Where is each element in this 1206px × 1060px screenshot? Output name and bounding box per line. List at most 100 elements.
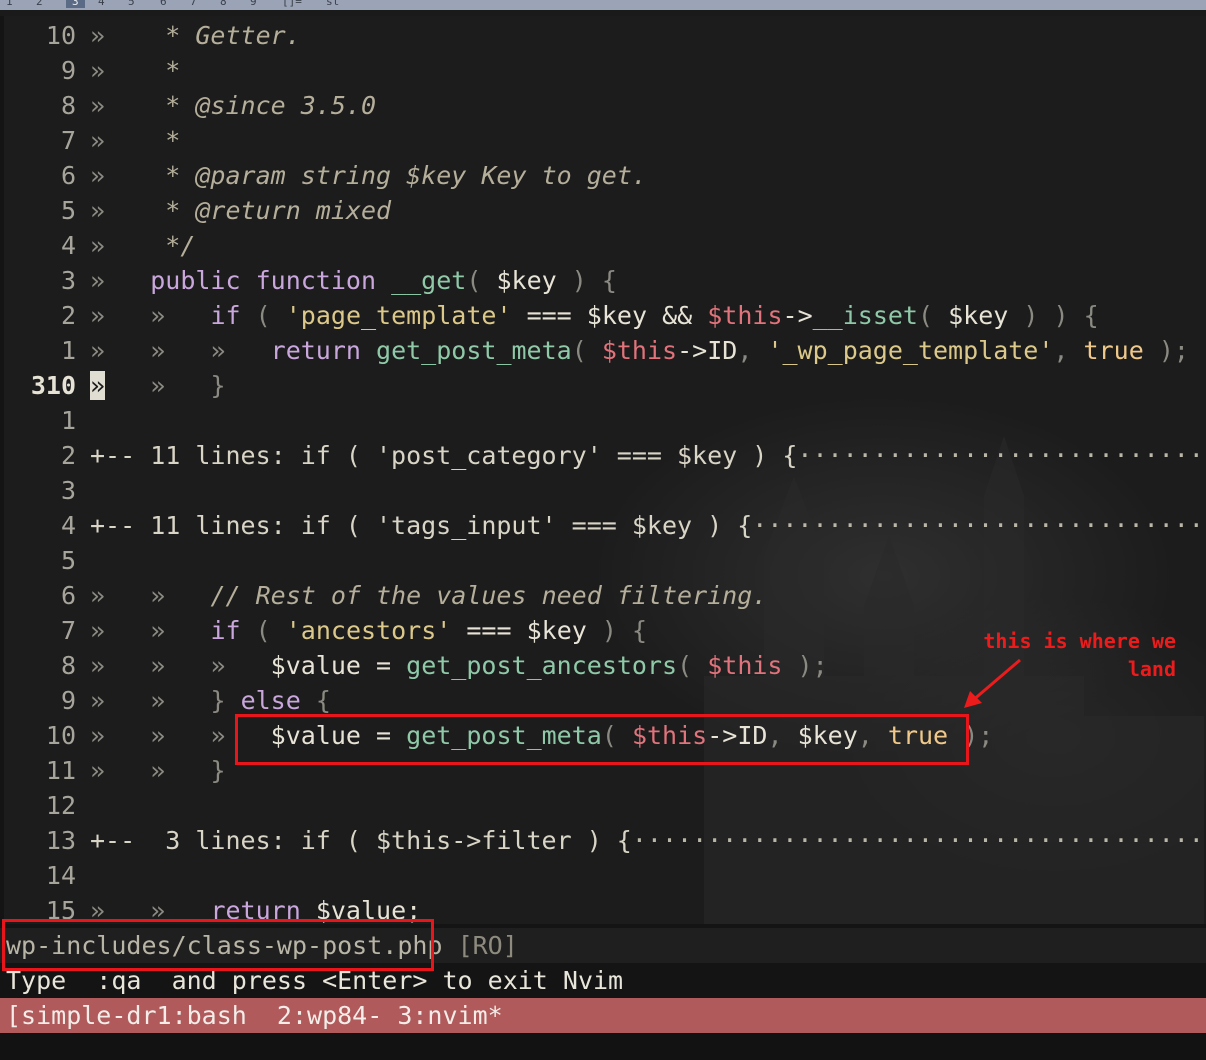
code-line[interactable]: 6» » // Rest of the values need filterin… — [4, 578, 1206, 613]
line-number: 9 — [60, 686, 76, 715]
code-line[interactable]: 15» » return $value; — [4, 893, 1206, 924]
code-line[interactable]: 5 — [4, 543, 1206, 578]
code-line[interactable]: 5» * @return mixed — [4, 193, 1206, 228]
line-code: » » if ( 'page_template' === $key && $th… — [76, 301, 1099, 330]
code-token: * Getter. — [165, 21, 301, 50]
line-code: » » return $value; — [76, 896, 421, 924]
code-token: '_wp_page_template' — [767, 336, 1054, 365]
line-number: 3 — [60, 476, 76, 505]
code-token: » — [150, 721, 166, 750]
code-token: ->ID — [707, 721, 768, 750]
code-token: $value — [270, 651, 361, 680]
code-token: ( — [917, 301, 934, 330]
code-line[interactable]: 2 +-- 11 lines: if ( 'post_category' === … — [4, 438, 1206, 473]
code-token: * @since 3.5.0 — [165, 91, 376, 120]
line-number: 13 — [45, 826, 76, 855]
code-line[interactable]: 8» * @since 3.5.0 — [4, 88, 1206, 123]
code-line[interactable]: 2» » if ( 'page_template' === $key && $t… — [4, 298, 1206, 333]
workspace-tag-6[interactable]: 6 — [160, 0, 167, 8]
code-token: === — [526, 301, 572, 330]
code-token: » — [150, 616, 166, 645]
tmux-status-bar: [simple-dr1:bash 2:wp84- 3:nvim* — [0, 998, 1206, 1033]
line-code: » » // Rest of the values need filtering… — [76, 581, 767, 610]
line-number: 12 — [45, 791, 76, 820]
code-token: * — [165, 126, 181, 155]
code-token: » — [90, 756, 106, 785]
code-token: » — [90, 896, 106, 924]
code-line[interactable]: 310» » } — [4, 368, 1206, 403]
workspace-tag-3[interactable]: 3 — [66, 0, 85, 8]
code-line[interactable]: 12 — [4, 788, 1206, 823]
code-line[interactable]: 10» » » $value = get_post_meta( $this->I… — [4, 718, 1206, 753]
code-line[interactable]: 1 — [4, 403, 1206, 438]
terminal-bottom-padding — [0, 1033, 1206, 1060]
code-line[interactable]: 6» * @param string $key Key to get. — [4, 158, 1206, 193]
fold-marker: +-- 11 lines: if ( 'post_category' === $… — [90, 441, 798, 470]
code-token: » — [210, 721, 226, 750]
code-line[interactable]: 14 — [4, 858, 1206, 893]
line-code: » * @return mixed — [76, 196, 391, 225]
command-line[interactable]: Type :qa and press <Enter> to exit Nvim — [0, 963, 1206, 998]
line-number: 1 — [60, 336, 76, 365]
code-token: » — [90, 231, 106, 260]
workspace-tag-7[interactable]: 7 — [190, 0, 197, 8]
code-token: ( — [255, 616, 271, 645]
line-code: » » » return get_post_meta( $this->ID, '… — [76, 336, 1189, 365]
workspace-tag-11[interactable]: st — [326, 0, 339, 8]
code-token: __get — [391, 266, 467, 295]
command-line-message: Type :qa and press <Enter> to exit Nvim — [6, 966, 624, 995]
line-number: 8 — [60, 91, 76, 120]
code-line[interactable]: 13 +-- 3 lines: if ( $this->filter ) {···… — [4, 823, 1206, 858]
line-number: 6 — [60, 161, 76, 190]
code-token: $key — [586, 301, 648, 330]
workspace-tag-4[interactable]: 4 — [98, 0, 105, 8]
workspace-tag-10[interactable]: []= — [282, 0, 302, 8]
code-token: » — [150, 371, 166, 400]
code-line[interactable]: 10» * Getter. — [4, 18, 1206, 53]
workspace-tag-2[interactable]: 2 — [36, 0, 43, 8]
line-number: 11 — [45, 756, 76, 785]
line-number: 10 — [45, 21, 76, 50]
code-token: ->ID — [677, 336, 738, 365]
code-line[interactable]: 7» * — [4, 123, 1206, 158]
line-code: » * @param string $key Key to get. — [76, 161, 647, 190]
code-line[interactable]: 9» * — [4, 53, 1206, 88]
workspace-tag-5[interactable]: 5 — [128, 0, 135, 8]
nvim-editor[interactable]: 10» * Getter. 9» * 8» * @since 3.5.0 7» * 6»… — [4, 16, 1206, 924]
code-line[interactable]: 4» */ — [4, 228, 1206, 263]
code-line[interactable]: 3» public function __get( $key ) { — [4, 263, 1206, 298]
code-line[interactable]: 1» » » return get_post_meta( $this->ID, … — [4, 333, 1206, 368]
code-line[interactable]: 4 +-- 11 lines: if ( 'tags_input' === $ke… — [4, 508, 1206, 543]
code-line[interactable]: 11» » } — [4, 753, 1206, 788]
workspace-tag-8[interactable]: 8 — [220, 0, 227, 8]
code-token: ····································· — [797, 441, 1206, 470]
code-line[interactable]: 3 — [4, 473, 1206, 508]
window-manager-bar: 1 2 3 4 5 6 7 8 9 []= st — [0, 0, 1206, 10]
line-number: 5 — [60, 196, 76, 225]
code-token: » — [90, 301, 106, 330]
workspace-tag-9[interactable]: 9 — [250, 0, 257, 8]
workspace-tag-1[interactable]: 1 — [6, 0, 13, 8]
